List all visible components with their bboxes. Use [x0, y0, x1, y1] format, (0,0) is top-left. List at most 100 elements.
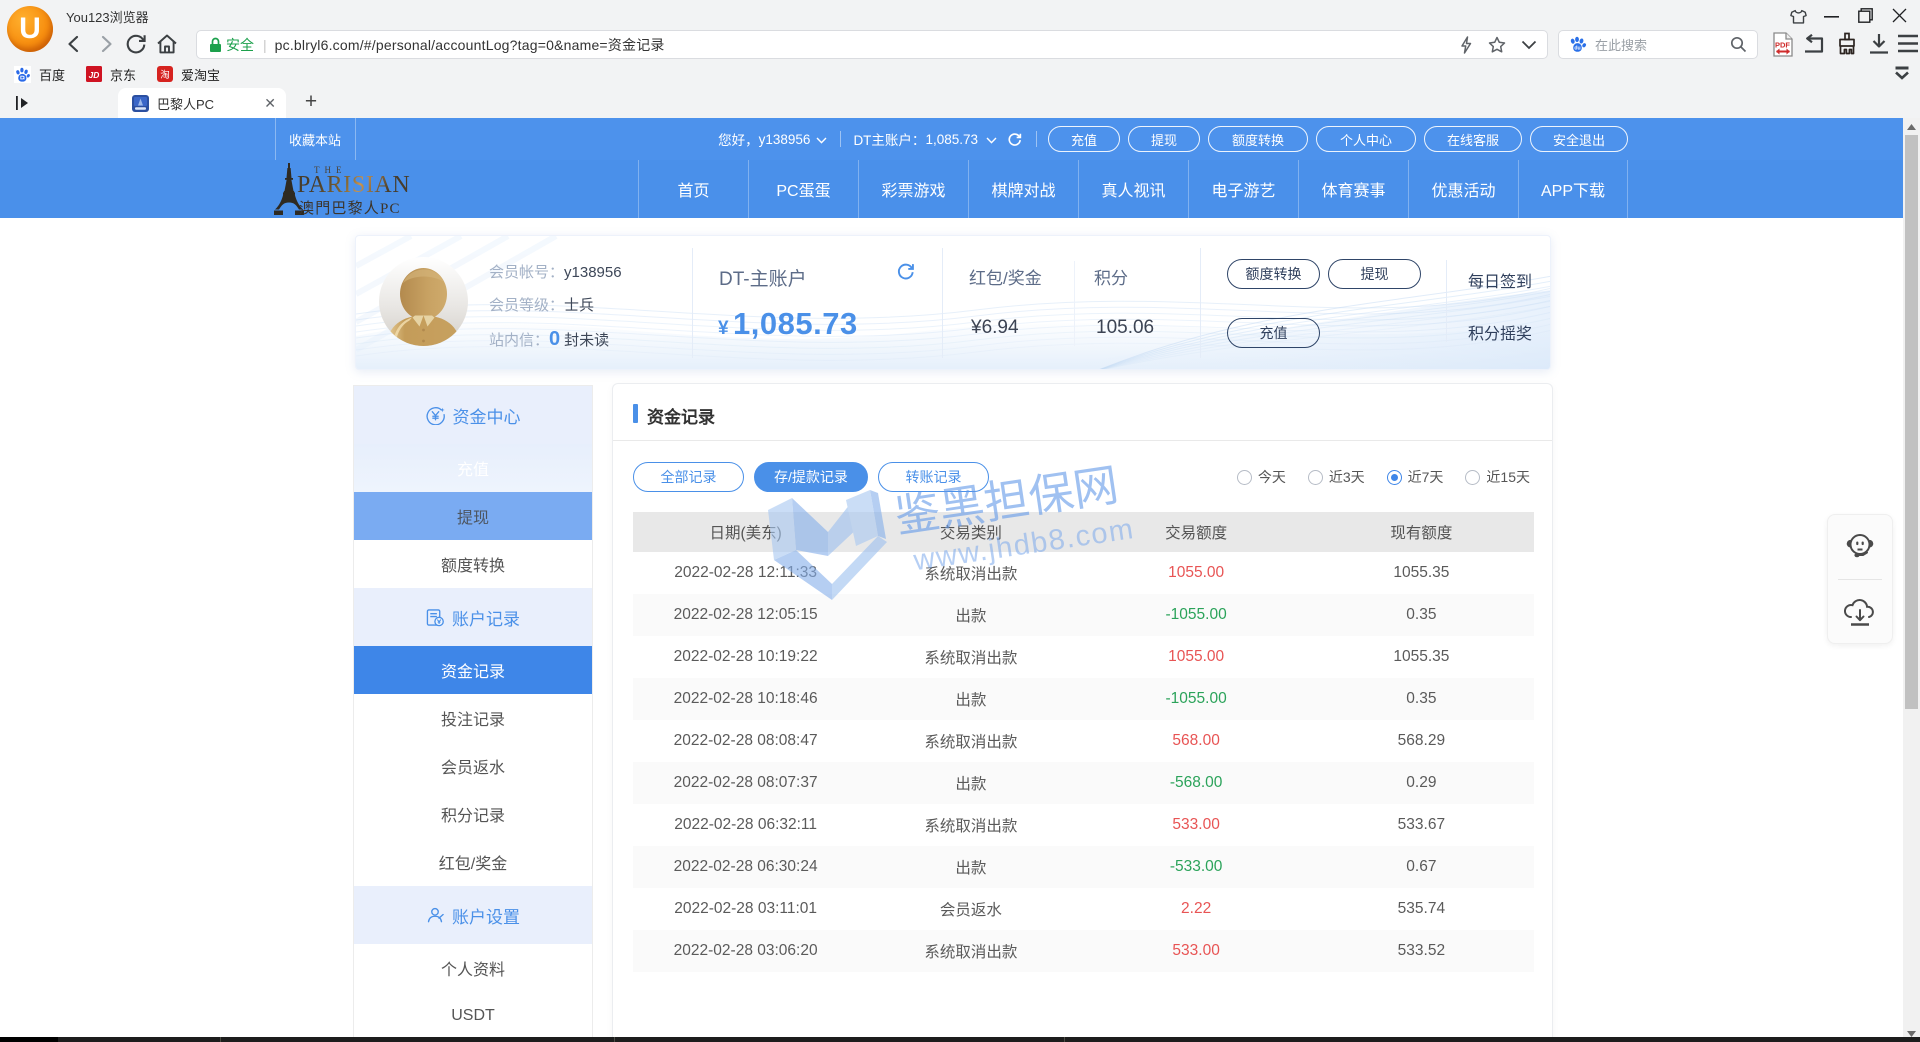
theme-skin-icon[interactable] [1790, 9, 1807, 24]
mail-unread-count: 0 [549, 328, 560, 350]
table-body: 2022-02-28 12:11:33系统取消出款1055.001055.352… [633, 552, 1534, 972]
url-bar[interactable]: 安全 | pc.blryl6.com/#/personal/accountLog… [196, 30, 1548, 59]
balance-refresh-icon[interactable] [1007, 132, 1022, 147]
pdf-tool-icon[interactable]: PDF [1772, 32, 1794, 57]
card-withdraw-button[interactable]: 提现 [1328, 259, 1421, 289]
undo-icon[interactable] [1803, 34, 1826, 55]
greeting-text: 您好， [718, 129, 759, 149]
wallet-refresh-icon[interactable] [896, 262, 915, 281]
nav-item-7[interactable]: 优惠活动 [1408, 160, 1518, 218]
topbar-online-service-button[interactable]: 在线客服 [1424, 126, 1522, 152]
sidebar-section-header[interactable]: 账户记录 [354, 588, 592, 646]
favorite-site-link[interactable]: 收藏本站 [275, 118, 355, 160]
menu-hamburger-icon[interactable] [1898, 34, 1918, 53]
username-dropdown-icon[interactable] [816, 137, 827, 144]
bookmark-item[interactable]: 淘爱淘宝 [157, 65, 220, 84]
nav-item-2[interactable]: 彩票游戏 [858, 160, 968, 218]
new-tab-button[interactable]: + [299, 91, 323, 115]
filter-radio-0[interactable]: 今天 [1237, 467, 1286, 487]
tab-list-toggle-icon[interactable] [15, 95, 31, 111]
home-icon[interactable] [155, 32, 179, 56]
filter-radio-1[interactable]: 近3天 [1308, 467, 1365, 487]
page-scrollbar[interactable] [1903, 118, 1920, 1042]
table-row: 2022-02-28 06:32:11系统取消出款533.00533.67 [633, 804, 1534, 846]
active-tab[interactable]: 巴黎人PC ✕ [118, 88, 286, 118]
back-icon[interactable] [63, 33, 85, 55]
security-label: 安全 [226, 35, 254, 55]
nav-item-4[interactable]: 真人视讯 [1078, 160, 1188, 218]
main-account-balance: 1,085.73 [925, 132, 978, 147]
sidebar-item[interactable]: USDT [354, 992, 592, 1040]
sidebar-item[interactable]: 积分记录 [354, 790, 592, 838]
sidebar-section-header[interactable]: 资金中心 [354, 386, 592, 444]
cell-balance: 0.29 [1309, 774, 1534, 792]
toolbar-collapse-icon[interactable] [1895, 66, 1909, 81]
nav-item-5[interactable]: 电子游艺 [1188, 160, 1298, 218]
sidebar-item[interactable]: 资金记录 [354, 646, 592, 694]
record-tab-2[interactable]: 转账记录 [878, 462, 989, 492]
restore-icon[interactable] [1858, 8, 1873, 23]
clean-brush-icon[interactable] [1836, 32, 1858, 56]
sidebar-item[interactable]: 额度转换 [354, 540, 592, 588]
topbar-withdraw-button[interactable]: 提现 [1128, 126, 1200, 152]
browser-logo[interactable]: U [7, 6, 53, 52]
sidebar-item[interactable]: 个人资料 [354, 944, 592, 992]
tab-close-icon[interactable]: ✕ [264, 95, 276, 112]
mail-row[interactable]: 站内信：0封未读 [489, 328, 609, 351]
sidebar-item[interactable]: 红包/奖金 [354, 838, 592, 886]
wallet-amount: 1,085.73 [733, 306, 858, 341]
topbar-separator [840, 131, 841, 147]
sidebar-item[interactable]: 投注记录 [354, 694, 592, 742]
avatar[interactable] [379, 257, 468, 346]
site-logo[interactable]: THEPARISIAN澳門巴黎人PC [272, 162, 452, 216]
coin-icon [426, 406, 445, 425]
refresh-icon[interactable] [124, 32, 148, 56]
logo-name: PARISIAN [297, 172, 410, 199]
nav-item-1[interactable]: PC蛋蛋 [748, 160, 858, 218]
record-tab-0[interactable]: 全部记录 [633, 462, 744, 492]
sidebar-item[interactable]: 充值 [354, 444, 592, 492]
topbar-transfer-button[interactable]: 额度转换 [1208, 126, 1308, 152]
bookmark-item[interactable]: JD京东 [86, 65, 136, 84]
bookmark-star-icon[interactable] [1488, 36, 1506, 54]
cell-type: 出款 [858, 688, 1083, 710]
minimize-icon[interactable] [1824, 16, 1839, 18]
bookmark-item[interactable]: 百度 [14, 65, 65, 84]
sidebar-item[interactable]: 提现 [354, 492, 592, 540]
download-icon[interactable] [1868, 33, 1890, 55]
site-navbar: THEPARISIAN澳門巴黎人PC 首页PC蛋蛋彩票游戏棋牌对战真人视讯电子游… [0, 160, 1903, 218]
nav-item-8[interactable]: APP下载 [1518, 160, 1628, 218]
cell-amount: 533.00 [1084, 816, 1309, 834]
scrollbar-thumb[interactable] [1905, 135, 1918, 709]
record-tab-1[interactable]: 存/提款记录 [754, 462, 868, 492]
app-download-button[interactable] [1828, 580, 1892, 644]
filter-label: 近3天 [1329, 467, 1365, 487]
points-lottery-link[interactable]: 积分摇奖 [1468, 320, 1532, 344]
forward-icon[interactable] [95, 33, 117, 55]
filter-radio-3[interactable]: 近15天 [1465, 467, 1530, 487]
topbar-username[interactable]: y138956 [759, 132, 811, 147]
card-deposit-button[interactable]: 充值 [1227, 318, 1320, 348]
title-accent-bar [633, 404, 638, 423]
nav-item-6[interactable]: 体育赛事 [1298, 160, 1408, 218]
url-dropdown-icon[interactable] [1521, 40, 1537, 50]
table-column-header: 交易额度 [1084, 521, 1309, 543]
sidebar-section-header[interactable]: 账户设置 [354, 886, 592, 944]
daily-checkin-link[interactable]: 每日签到 [1468, 268, 1532, 292]
topbar-member-center-button[interactable]: 个人中心 [1316, 126, 1416, 152]
customer-service-button[interactable] [1828, 515, 1892, 579]
topbar-logout-button[interactable]: 安全退出 [1530, 126, 1628, 152]
topbar-deposit-button[interactable]: 充值 [1048, 126, 1120, 152]
scrollbar-up-arrow[interactable] [1903, 118, 1920, 135]
nav-item-0[interactable]: 首页 [638, 160, 748, 218]
filter-radio-2[interactable]: 近7天 [1387, 467, 1444, 487]
close-window-icon[interactable] [1892, 8, 1907, 23]
balance-dropdown-icon[interactable] [986, 137, 997, 144]
search-magnifier-icon[interactable] [1730, 36, 1747, 53]
reader-lightning-icon[interactable] [1459, 36, 1473, 54]
card-transfer-button[interactable]: 额度转换 [1227, 259, 1320, 289]
sidebar-item[interactable]: 会员返水 [354, 742, 592, 790]
search-box[interactable]: du 在此搜索 [1558, 30, 1758, 59]
nav-item-3[interactable]: 棋牌对战 [968, 160, 1078, 218]
svg-text:du: du [1574, 45, 1580, 51]
